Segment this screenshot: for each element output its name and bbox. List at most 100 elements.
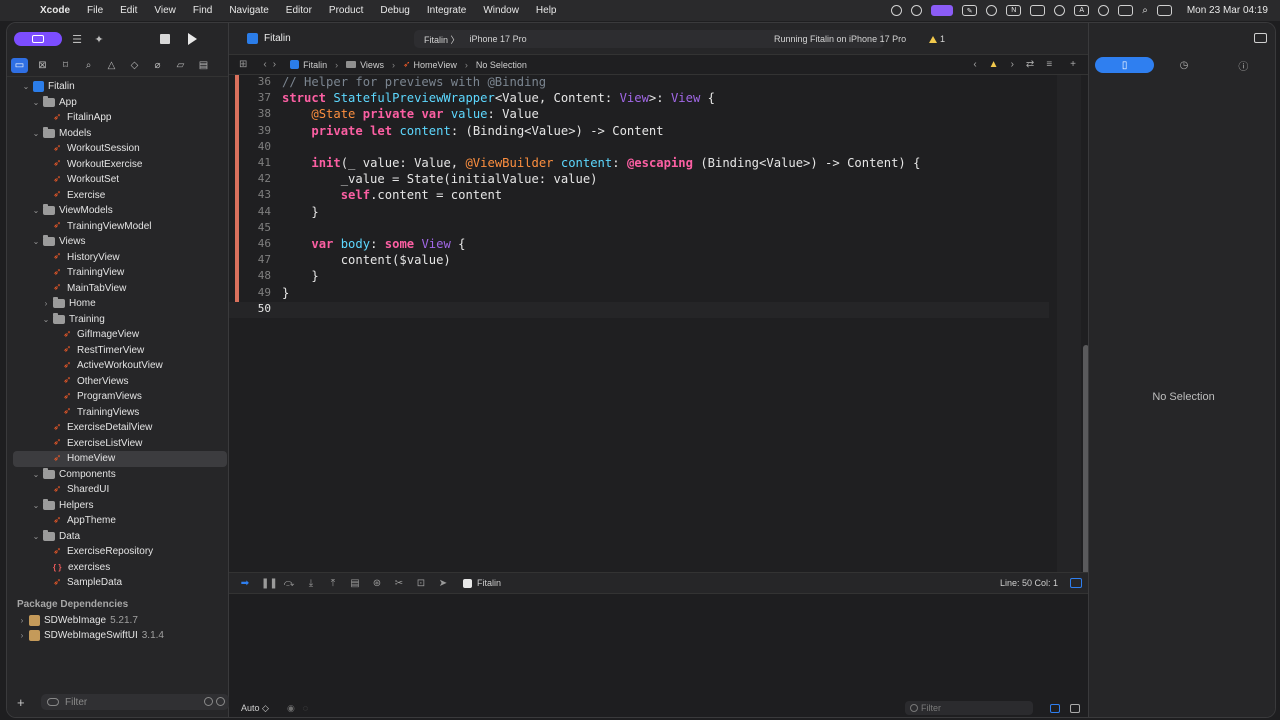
tree-item-exerciselistview[interactable]: ➶ ExerciseListView [7, 436, 229, 452]
variables-mode-select[interactable]: Auto ◇ [241, 703, 269, 714]
tree-item-apptheme[interactable]: ➶ AppTheme [7, 513, 229, 529]
chevron-down-icon[interactable]: ⌄ [31, 206, 41, 215]
report-navigator-icon[interactable]: ▤ [195, 58, 212, 73]
tree-item-viewmodels[interactable]: ⌄ ViewModels [7, 203, 229, 219]
debug-navigator-icon[interactable]: ⌀ [149, 58, 166, 73]
tree-item-programviews[interactable]: ➶ ProgramViews [7, 389, 229, 405]
tree-item-historyview[interactable]: ➶ HistoryView [7, 250, 229, 266]
tree-item-home[interactable]: › Home [7, 296, 229, 312]
editor-options-icon[interactable]: ≡ [1046, 59, 1052, 70]
tree-item-maintabview[interactable]: ➶ MainTabView [7, 281, 229, 297]
warning-badge[interactable]: 1 [929, 34, 945, 44]
pause-icon[interactable]: ❚❚ [261, 578, 278, 589]
chevron-down-icon[interactable]: ⌄ [31, 470, 41, 479]
device-selector[interactable]: iPhone 17 Pro [470, 34, 527, 44]
next-issue-icon[interactable]: › [1011, 59, 1014, 70]
chevron-down-icon[interactable]: ⌄ [21, 82, 31, 91]
code-line[interactable]: 40 [229, 140, 1049, 156]
sidebar-toggle-button[interactable] [14, 32, 62, 46]
breadcrumb-file[interactable]: ➶ HomeView [403, 59, 457, 70]
navigator-filter-input[interactable]: Filter [41, 694, 229, 710]
add-editor-icon[interactable]: + [1070, 59, 1076, 70]
test-navigator-icon[interactable]: ◇ [126, 58, 143, 73]
view-hierarchy-icon[interactable]: ▤ [349, 578, 361, 589]
source-control-icon[interactable]: ⊠ [34, 58, 51, 73]
step-out-icon[interactable]: ⤒ [327, 578, 339, 589]
code-line[interactable]: 36 // Helper for previews with @Binding [229, 75, 1049, 91]
project-title[interactable]: Fitalin [245, 33, 291, 44]
tree-item-exercisedetailview[interactable]: ➶ ExerciseDetailView [7, 420, 229, 436]
code-line[interactable]: 46 var body: some View { [229, 237, 1049, 253]
code-line[interactable]: 45 [229, 221, 1049, 237]
issue-navigator-icon[interactable]: △ [103, 58, 120, 73]
chevron-down-icon[interactable]: ⌄ [31, 98, 41, 107]
code-line[interactable]: 47 content($value) [229, 253, 1049, 269]
vpn-icon[interactable] [986, 5, 998, 16]
code-line[interactable]: 37 struct StatefulPreviewWrapper<Value, C… [229, 91, 1049, 107]
menu-navigate[interactable]: Navigate [229, 5, 268, 16]
step-into-icon[interactable]: ⤓ [305, 578, 317, 589]
tree-item-app[interactable]: ⌄ App [7, 95, 229, 111]
console-area[interactable]: Auto ◇ ◉◌ Filter [229, 594, 1088, 717]
sparkle-icon[interactable]: ✦ [92, 32, 106, 46]
menu-integrate[interactable]: Integrate [427, 5, 466, 16]
list-icon[interactable]: ☰ [70, 32, 84, 46]
location-icon[interactable]: ➤ [437, 578, 449, 589]
add-file-button[interactable]: + [17, 695, 33, 710]
menu-clock[interactable]: Mon 23 Mar 04:19 [1187, 5, 1268, 16]
chevron-right-icon[interactable]: › [17, 631, 27, 640]
quick-help-icon[interactable]: ⓘ [1214, 57, 1273, 73]
tree-item-fitalinapp[interactable]: ➶ FitalinApp [7, 110, 229, 126]
package-item[interactable]: › SDWebImageSwiftUI 3.1.4 [7, 628, 229, 643]
chevron-down-icon[interactable]: ⌄ [31, 532, 41, 541]
sync-icon[interactable] [911, 5, 923, 16]
breadcrumb-project[interactable]: Fitalin [290, 60, 327, 70]
scheme-selector[interactable]: Fitalin 〉 [424, 33, 460, 46]
debug-target[interactable]: Fitalin [463, 578, 501, 588]
run-button[interactable] [188, 33, 197, 45]
chevron-down-icon[interactable]: ⌄ [31, 129, 41, 138]
camera-icon[interactable] [1030, 5, 1046, 16]
recent-files-icon[interactable] [204, 697, 213, 706]
console-view-icons[interactable]: ◉◌ [287, 703, 316, 714]
tree-item-trainingviewmodel[interactable]: ➶ TrainingViewModel [7, 219, 229, 235]
tree-item-workoutsession[interactable]: ➶ WorkoutSession [7, 141, 229, 157]
chevron-right-icon[interactable]: › [41, 299, 51, 308]
pen-icon[interactable]: ✎ [962, 5, 978, 16]
notes-icon[interactable]: N [1006, 5, 1022, 16]
tree-item-models[interactable]: ⌄ Models [7, 126, 229, 142]
history-inspector-icon[interactable]: ◷ [1154, 57, 1213, 73]
inspector-toggle-icon[interactable] [1254, 33, 1267, 43]
scm-filter-icon[interactable] [216, 697, 225, 706]
control-center-icon[interactable] [1156, 5, 1172, 16]
tree-item-exerciserepository[interactable]: ➶ ExerciseRepository [7, 544, 229, 560]
prev-issue-icon[interactable]: ‹ [973, 59, 976, 70]
chevron-down-icon[interactable]: ⌄ [31, 501, 41, 510]
file-navigator-icon[interactable]: ▭ [11, 58, 28, 73]
code-line[interactable]: 49} [229, 286, 1049, 302]
debug-area-toggle-icon[interactable] [1070, 578, 1082, 588]
breadcrumb-folder[interactable]: Views [346, 60, 384, 70]
activity-view[interactable]: Fitalin 〉 iPhone 17 Pro Running Fitalin … [414, 30, 945, 48]
chevron-right-icon[interactable]: › [17, 616, 27, 625]
menu-find[interactable]: Find [193, 5, 212, 16]
tree-item-otherviews[interactable]: ➶ OtherViews [7, 374, 229, 390]
tree-item-trainingviews[interactable]: ➶ TrainingViews [7, 405, 229, 421]
tree-item-helpers[interactable]: ⌄ Helpers [7, 498, 229, 514]
tree-item-views[interactable]: ⌄ Views [7, 234, 229, 250]
chevron-down-icon[interactable]: ⌄ [41, 315, 51, 324]
forward-icon[interactable]: › [273, 59, 276, 70]
simulate-icon[interactable]: ⊡ [415, 578, 427, 589]
step-over-icon[interactable]: ⤼ [283, 578, 295, 589]
tree-item-exercise[interactable]: ➶ Exercise [7, 188, 229, 204]
issue-warning-icon[interactable]: ▲ [989, 59, 999, 70]
package-item[interactable]: › SDWebImage 5.21.7 [7, 613, 229, 628]
menu-window[interactable]: Window [483, 5, 519, 16]
tree-item-homeview[interactable]: ➶ HomeView [13, 451, 227, 467]
breakpoint-navigator-icon[interactable]: ▱ [172, 58, 189, 73]
memory-graph-icon[interactable]: ⊛ [371, 578, 383, 589]
spotlight-icon[interactable]: ⌕ [1142, 5, 1148, 16]
battery-icon[interactable] [1118, 5, 1134, 16]
tree-item-workoutset[interactable]: ➶ WorkoutSet [7, 172, 229, 188]
screen-share-icon[interactable] [931, 5, 954, 16]
